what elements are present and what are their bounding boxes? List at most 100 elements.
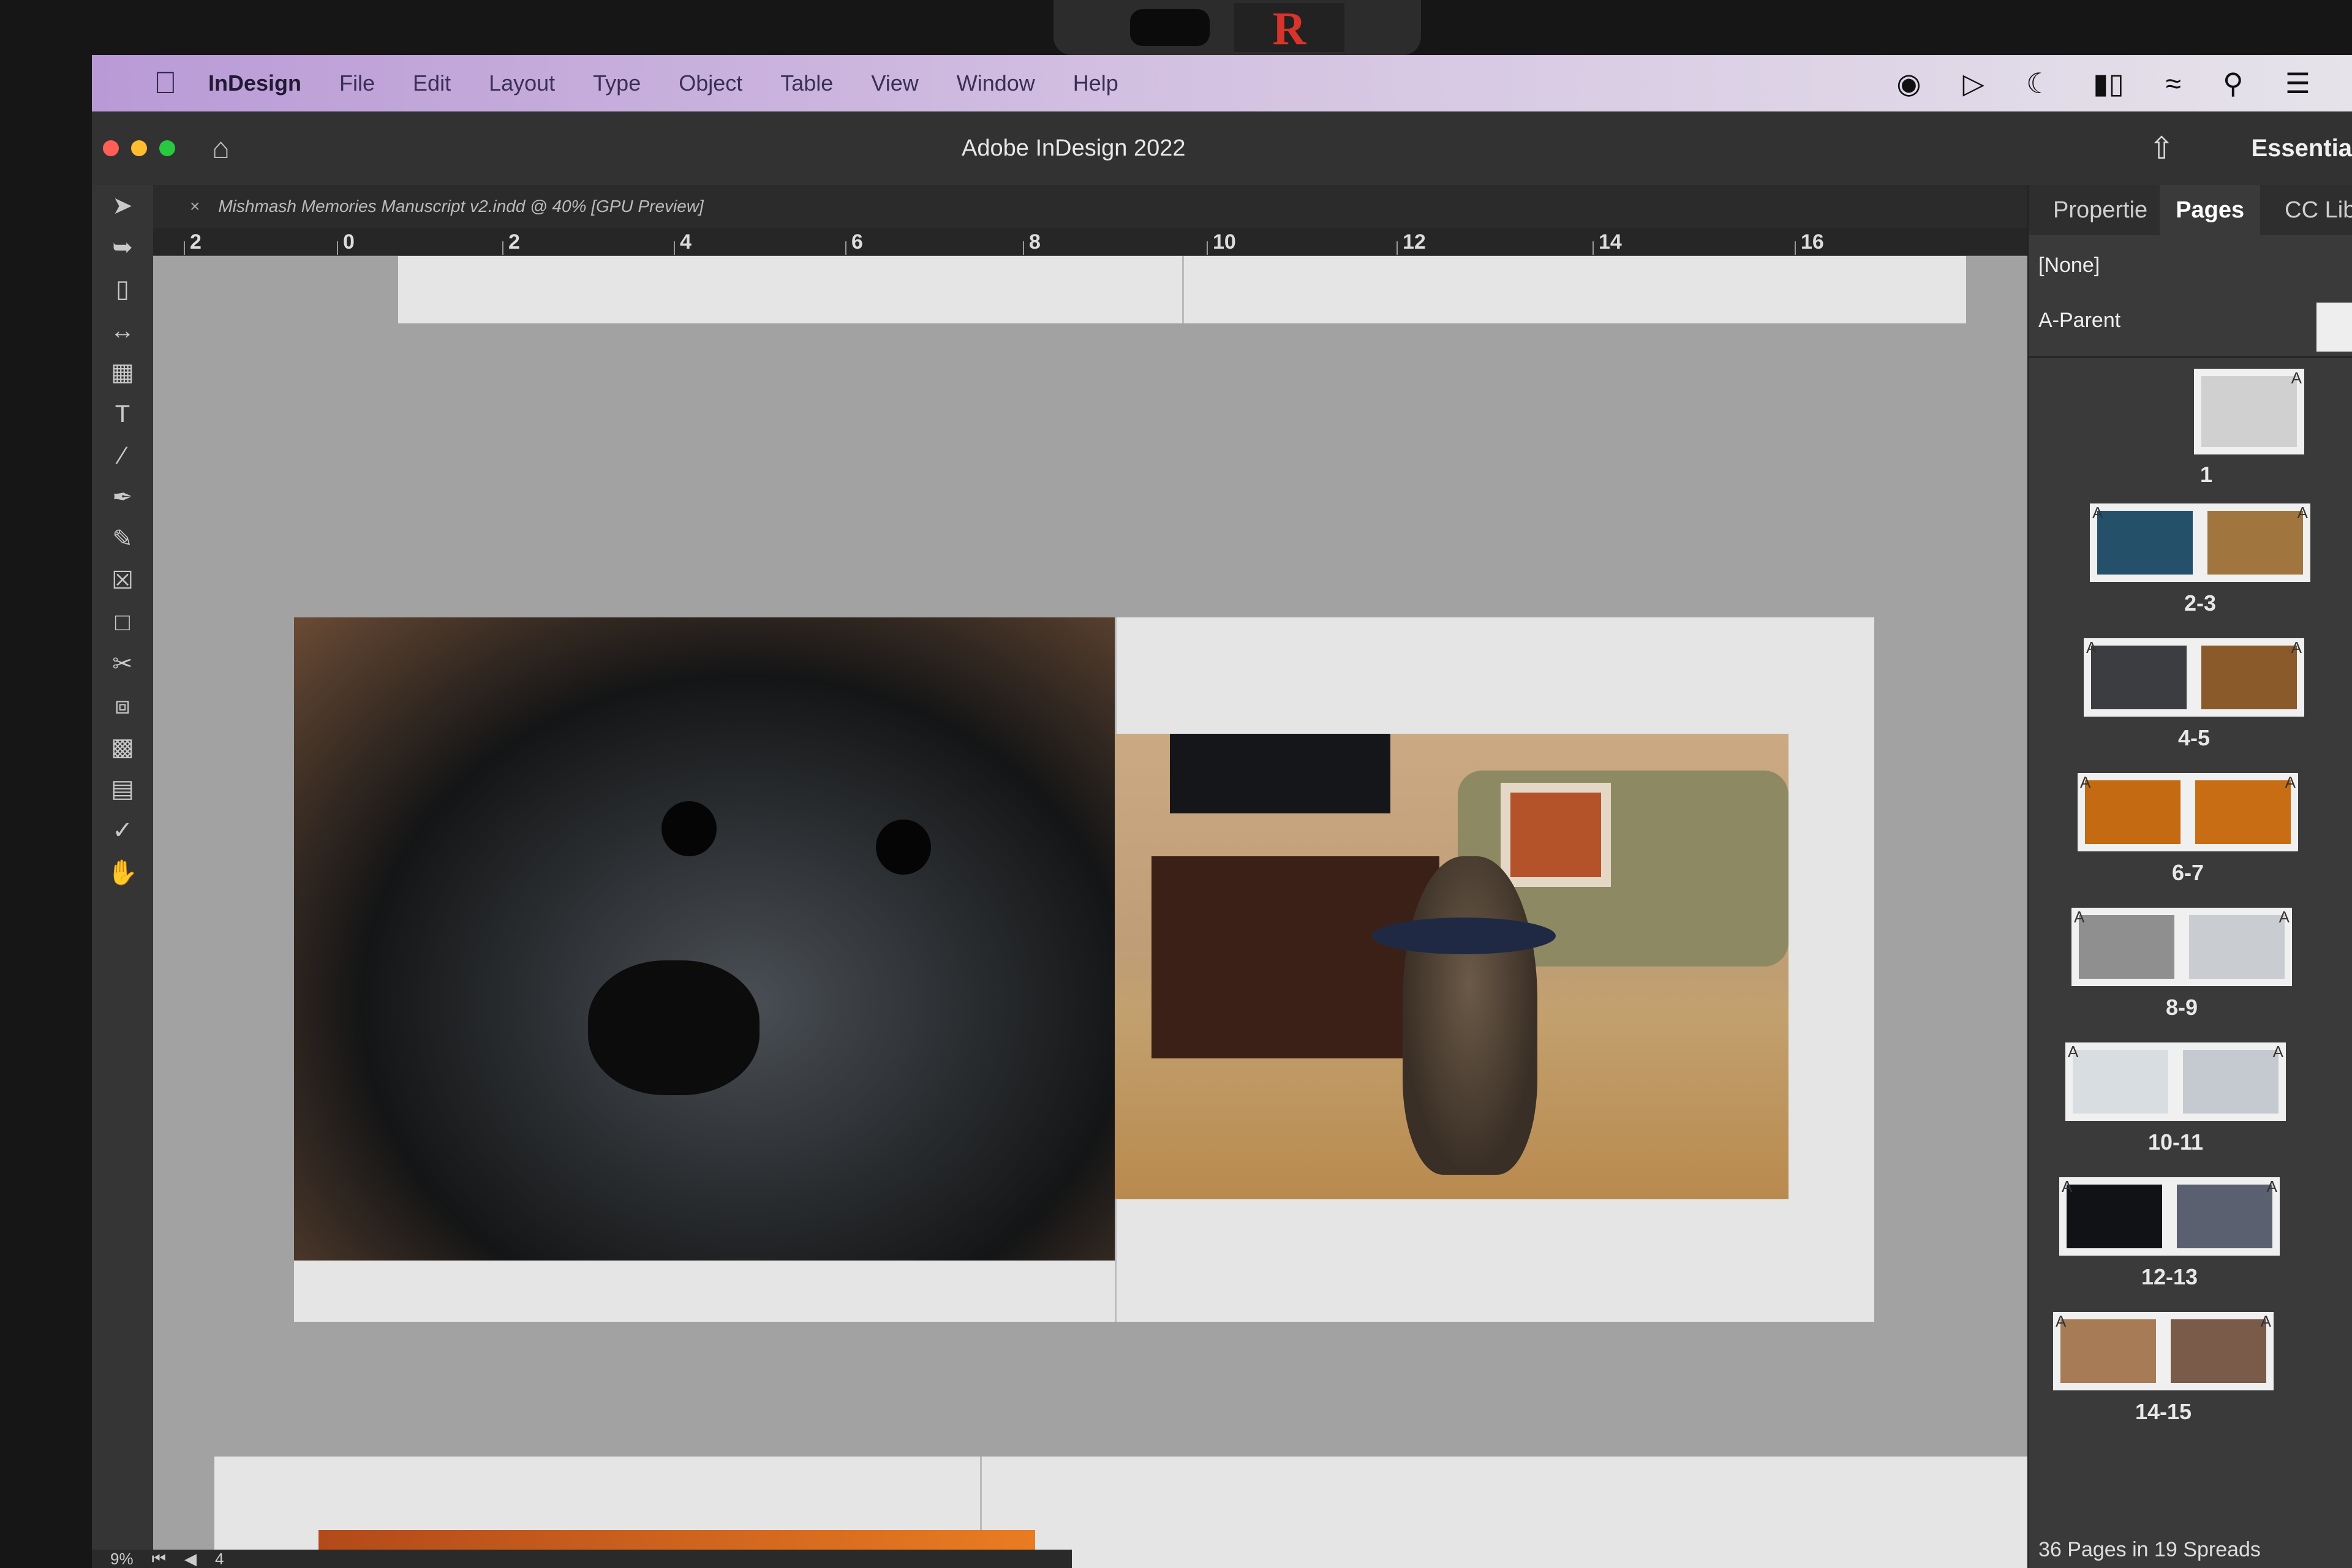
page-thumbnail[interactable]: A [2059,1177,2169,1256]
page-tool-icon[interactable]: ▯ [92,268,153,310]
page-thumb-image [2195,780,2291,844]
menu-table[interactable]: Table [780,70,833,96]
menu-edit[interactable]: Edit [413,70,451,96]
page-thumbnail[interactable]: A [2194,369,2304,454]
apple-icon[interactable]:  [147,65,184,102]
page-thumbnail[interactable]: A [2176,1042,2286,1121]
page-thumb-image [2201,376,2297,447]
share-icon[interactable]: ⇧ [2149,130,2174,166]
first-page-icon[interactable]: ⏮ [152,1549,166,1568]
spread-thumbnail[interactable]: A A [2059,1177,2280,1256]
menu-app-name[interactable]: InDesign [208,70,301,96]
tab-cc-libraries[interactable]: CC Libra [2285,197,2352,224]
gap-tool-icon[interactable]: ↔ [92,310,153,352]
rectangle-tool-icon[interactable]: □ [92,601,153,643]
ruler-tick [674,241,675,255]
line-tool-icon[interactable]: ∕ [92,435,153,477]
parent-none[interactable]: [None] [2038,254,2100,277]
spread-label: 12-13 [2141,1264,2198,1289]
scissors-tool-icon[interactable]: ✂ [92,643,153,685]
document-tab[interactable]: × Mishmash Memories Manuscript v2.indd @… [153,185,2027,228]
menu-file[interactable]: File [339,70,375,96]
menu-layout[interactable]: Layout [489,70,555,96]
ruler-tick [1396,241,1398,255]
menubar-tray: ◉ ▷ ☾ ▮▯ ≈ ⚲ ☰ [1896,55,2352,111]
eyedropper-tool-icon[interactable]: ✓ [92,810,153,851]
menu-help[interactable]: Help [1073,70,1118,96]
direct-selection-tool-icon[interactable]: ➥ [92,227,153,268]
zoom-window-button[interactable] [159,140,175,156]
page-number-field[interactable]: 4 [215,1550,224,1568]
ruler-tick [1593,241,1594,255]
page-thumbnail[interactable]: A [2071,908,2182,986]
menu-type[interactable]: Type [593,70,641,96]
parent-marker: A [2080,773,2091,791]
page-thumbnail[interactable]: A [2163,1312,2274,1390]
spread-gutter [1182,256,1184,323]
webcam-cover: R [1054,0,1421,55]
page-thumbnail[interactable]: A [2182,908,2292,986]
page-thumbnail[interactable]: A [2078,773,2188,851]
page-thumbnail[interactable]: A [2169,1177,2280,1256]
menu-object[interactable]: Object [679,70,742,96]
type-tool-icon[interactable]: T [92,393,153,435]
app-titlebar: ⌂ Adobe InDesign 2022 ⇧ Essentia [92,111,2352,185]
page-thumbnail[interactable]: A [2090,503,2200,582]
screen:  InDesign File Edit Layout Type Object … [92,55,2352,1568]
tab-pages[interactable]: Pages [2160,184,2261,236]
spread-thumbnail[interactable]: A A [2071,908,2292,986]
home-icon[interactable]: ⌂ [212,132,230,165]
battery-icon[interactable]: ▮▯ [2093,67,2124,100]
close-tab-icon[interactable]: × [190,197,200,216]
selection-tool-icon[interactable]: ➤ [92,185,153,227]
spread-thumbnail[interactable]: A A [2078,773,2298,851]
dog-closeup-photo[interactable] [294,617,1115,1261]
page-thumbnail[interactable]: A [2188,773,2298,851]
spread-label: 8-9 [2165,995,2198,1020]
spread-thumbnail[interactable]: A A [2065,1042,2286,1121]
dog-living-room-photo[interactable] [1115,734,1789,1199]
page-thumbnail[interactable]: A [2065,1042,2176,1121]
webcam-lens [1130,9,1210,46]
parent-marker: A [2056,1312,2067,1330]
wifi-icon[interactable]: ≈ [2166,67,2181,100]
page-thumbnail[interactable]: A [2200,503,2310,582]
spread-thumbnail[interactable]: A A [2084,638,2304,717]
parent-thumbnail[interactable] [2316,303,2352,352]
gradient-tool-icon[interactable]: ▩ [92,726,153,768]
pen-tool-icon[interactable]: ✒ [92,477,153,518]
page-thumbnail[interactable]: A [2084,638,2194,717]
prev-page-icon[interactable]: ◀ [184,1550,197,1568]
ruler-label: 0 [343,230,355,254]
photo-pillow [1501,783,1611,887]
content-collector-icon[interactable]: ▦ [92,352,153,393]
spread-thumbnail[interactable]: A [2194,369,2304,454]
parent-marker: A [2291,369,2302,387]
menu-window[interactable]: Window [957,70,1035,96]
free-transform-tool-icon[interactable]: ⧈ [92,685,153,726]
horizontal-ruler[interactable]: 2 0 2 4 6 8 10 12 14 16 [153,228,2027,256]
ruler-tick [1207,241,1208,255]
tab-properties[interactable]: Propertie [2053,197,2147,224]
control-center-icon[interactable]: ☰ [2285,67,2310,100]
menu-view[interactable]: View [871,70,918,96]
rectangle-frame-tool-icon[interactable]: ☒ [92,560,153,601]
pasteboard[interactable] [153,256,2027,1568]
moon-icon[interactable]: ☾ [2026,67,2051,100]
page-thumbnail[interactable]: A [2194,638,2304,717]
note-tool-icon[interactable]: ▤ [92,768,153,810]
spread-thumbnail[interactable]: A A [2090,503,2310,582]
spread-thumbnail[interactable]: A A [2053,1312,2274,1390]
parent-a[interactable]: A-Parent [2038,309,2120,333]
search-icon[interactable]: ⚲ [2223,67,2244,100]
pencil-tool-icon[interactable]: ✎ [92,518,153,560]
zoom-level[interactable]: 9% [110,1550,134,1568]
page-thumbnail[interactable]: A [2053,1312,2163,1390]
play-icon[interactable]: ▷ [1963,67,1985,100]
hand-tool-icon[interactable]: ✋ [92,851,153,893]
grammarly-icon[interactable]: ◉ [1896,67,1921,100]
ruler-label: 2 [508,230,520,254]
minimize-window-button[interactable] [131,140,147,156]
workspace-switcher[interactable]: Essentia [2251,135,2352,162]
close-window-button[interactable] [103,140,119,156]
